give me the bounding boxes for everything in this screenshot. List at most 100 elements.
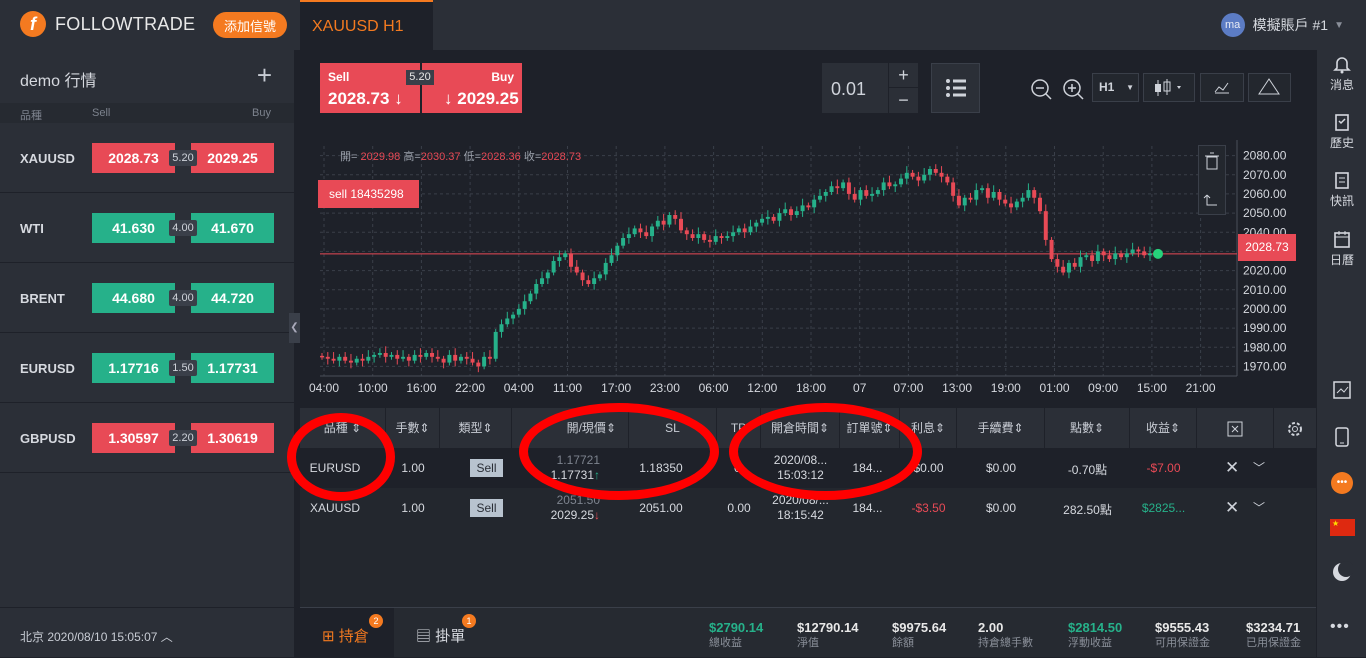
rail-calendar[interactable]: 日曆 <box>1317 229 1366 268</box>
col-buy: Buy <box>252 107 271 119</box>
watchlist-sell-button[interactable]: 1.30597 <box>92 423 175 453</box>
table-row[interactable]: EURUSD 1.00 Sell 1.17721 1.17731↑ 1.18350… <box>300 448 1316 488</box>
brand-logo[interactable]: f FOLLOWTRADE <box>20 11 195 37</box>
candle <box>1119 253 1124 258</box>
col-fee[interactable]: 手續費⇕ <box>957 408 1045 448</box>
collapse-panel-handle[interactable]: ❮ <box>289 313 300 343</box>
undo-icon[interactable] <box>1199 185 1225 219</box>
sell-button[interactable]: Sell 2028.73 ↓ <box>320 63 420 113</box>
more-icon[interactable]: ••• <box>1330 618 1350 636</box>
chat-icon[interactable]: ••• <box>1331 472 1353 494</box>
watchlist-buy-button[interactable]: 1.30619 <box>191 423 274 453</box>
lot-minus-button[interactable]: − <box>889 88 918 113</box>
timeframe-select[interactable]: H1 ▼ <box>1092 73 1139 102</box>
drawing-tool-button[interactable] <box>1248 73 1291 102</box>
mobile-icon[interactable] <box>1334 426 1350 448</box>
candle <box>1095 251 1100 261</box>
buy-button[interactable]: Buy ↓ 2029.25 <box>422 63 522 113</box>
candle <box>499 324 504 332</box>
col-lots[interactable]: 手數⇕ <box>386 408 440 448</box>
col-symbol[interactable]: 品種 ⇕ <box>300 408 386 448</box>
stat-floating-profit: $2814.50 浮動收益 <box>1068 620 1123 649</box>
watchlist-sell-button[interactable]: 41.630 <box>92 213 175 243</box>
candle <box>453 354 458 361</box>
tab-xauusd-h1[interactable]: XAUUSD H1 <box>300 0 433 50</box>
sell-label: Sell <box>328 70 350 84</box>
order-tag[interactable]: sell 18435298 <box>318 180 419 208</box>
chart-type-select[interactable] <box>1143 73 1195 102</box>
candle <box>887 182 892 187</box>
watchlist-buy-button[interactable]: 1.17731 <box>191 353 274 383</box>
table-row[interactable]: XAUUSD 1.00 Sell 2051.50 2029.25↓ 2051.00… <box>300 488 1316 528</box>
lot-input[interactable]: 0.01 <box>822 63 888 113</box>
account-switcher[interactable]: ma 模擬賬戶 #1 ▼ <box>1220 13 1344 37</box>
col-sell: Sell <box>92 107 111 119</box>
candle <box>1014 201 1019 208</box>
candle <box>424 353 429 357</box>
close-position-icon[interactable]: ✕ <box>1225 458 1239 478</box>
china-flag-icon[interactable]: ★ <box>1330 519 1355 536</box>
sort-icon: ⇕ <box>934 421 946 435</box>
rail-history[interactable]: 歷史 <box>1317 112 1366 151</box>
chart-settings-icon[interactable] <box>1332 380 1352 400</box>
add-symbol-icon[interactable]: + <box>257 60 272 91</box>
row-order: 184... <box>852 501 883 515</box>
gear-icon <box>1288 421 1302 436</box>
watchlist-buy-button[interactable]: 41.670 <box>191 213 274 243</box>
document-icon <box>1335 172 1349 189</box>
zoom-in-icon[interactable] <box>1061 77 1085 101</box>
col-open-time[interactable]: 開倉時間⇕ <box>761 408 840 448</box>
table-settings-button[interactable] <box>1274 408 1316 448</box>
col-type[interactable]: 類型⇕ <box>440 408 512 448</box>
buy-label: Buy <box>491 70 514 84</box>
rail-news[interactable]: 快訊 <box>1317 170 1366 209</box>
watchlist-sell-button[interactable]: 44.680 <box>92 283 175 313</box>
rail-messages[interactable]: 消息 <box>1317 54 1366 93</box>
watchlist-header: 品種 Sell Buy <box>0 103 294 123</box>
watchlist-row[interactable]: GBPUSD 1.30597 2.20 1.30619 <box>0 403 294 473</box>
positions-icon: ⊞ <box>322 628 335 645</box>
watchlist-sell-button[interactable]: 1.17716 <box>92 353 175 383</box>
price-chart[interactable]: 2080.002070.002060.002050.002040.002030.… <box>300 126 1316 406</box>
y-tick-label: 2000.00 <box>1243 302 1287 316</box>
lot-plus-button[interactable]: + <box>889 63 918 88</box>
watchlist-row[interactable]: WTI 41.630 4.00 41.670 <box>0 193 294 263</box>
candle <box>933 169 938 173</box>
col-order[interactable]: 訂單號⇕ <box>840 408 900 448</box>
candle <box>974 190 979 200</box>
close-position-icon[interactable]: ✕ <box>1225 498 1239 518</box>
watchlist-sell-button[interactable]: 2028.73 <box>92 143 175 173</box>
top-bar: f FOLLOWTRADE 添加信號 XAUUSD H1 ma 模擬賬戶 #1 … <box>0 0 1366 50</box>
row-order: 184... <box>852 461 883 475</box>
trash-icon[interactable] <box>1199 146 1225 180</box>
clock-text: 北京 2020/08/10 15:05:07 <box>20 630 158 644</box>
zoom-out-icon[interactable] <box>1029 77 1053 101</box>
col-sl[interactable]: SL <box>629 408 717 448</box>
tab-pending[interactable]: ▤ 掛單 <box>416 625 465 646</box>
col-points[interactable]: 點數⇕ <box>1045 408 1130 448</box>
close-all-button[interactable] <box>1197 408 1274 448</box>
col-profit[interactable]: 收益⇕ <box>1130 408 1197 448</box>
chevron-down-icon[interactable]: ﹀ <box>1253 499 1265 516</box>
candle <box>736 228 741 233</box>
moon-icon[interactable] <box>1331 561 1353 583</box>
candle <box>534 284 539 294</box>
stat-free-margin: $9555.43 可用保證金 <box>1155 620 1210 649</box>
clock-bar[interactable]: 北京 2020/08/10 15:05:07 ︿ <box>0 607 294 657</box>
candle <box>545 272 550 279</box>
watchlist-buy-button[interactable]: 44.720 <box>191 283 274 313</box>
candle <box>991 192 996 198</box>
chevron-down-icon[interactable]: ﹀ <box>1253 459 1265 476</box>
add-signal-button[interactable]: 添加信號 <box>213 12 287 38</box>
watchlist-row[interactable]: BRENT 44.680 4.00 44.720 <box>0 263 294 333</box>
col-open-current[interactable]: 開/現價⇕ <box>512 408 629 448</box>
candle <box>864 190 869 196</box>
col-interest[interactable]: 利息⇕ <box>900 408 957 448</box>
indicators-button[interactable] <box>1200 73 1244 102</box>
lot-value: 0.01 <box>831 79 867 99</box>
col-tp[interactable]: TP <box>717 408 761 448</box>
order-menu-button[interactable] <box>931 63 980 113</box>
watchlist-row[interactable]: EURUSD 1.17716 1.50 1.17731 <box>0 333 294 403</box>
watchlist-buy-button[interactable]: 2029.25 <box>191 143 274 173</box>
watchlist-row[interactable]: XAUUSD 2028.73 5.20 2029.25 <box>0 123 294 193</box>
